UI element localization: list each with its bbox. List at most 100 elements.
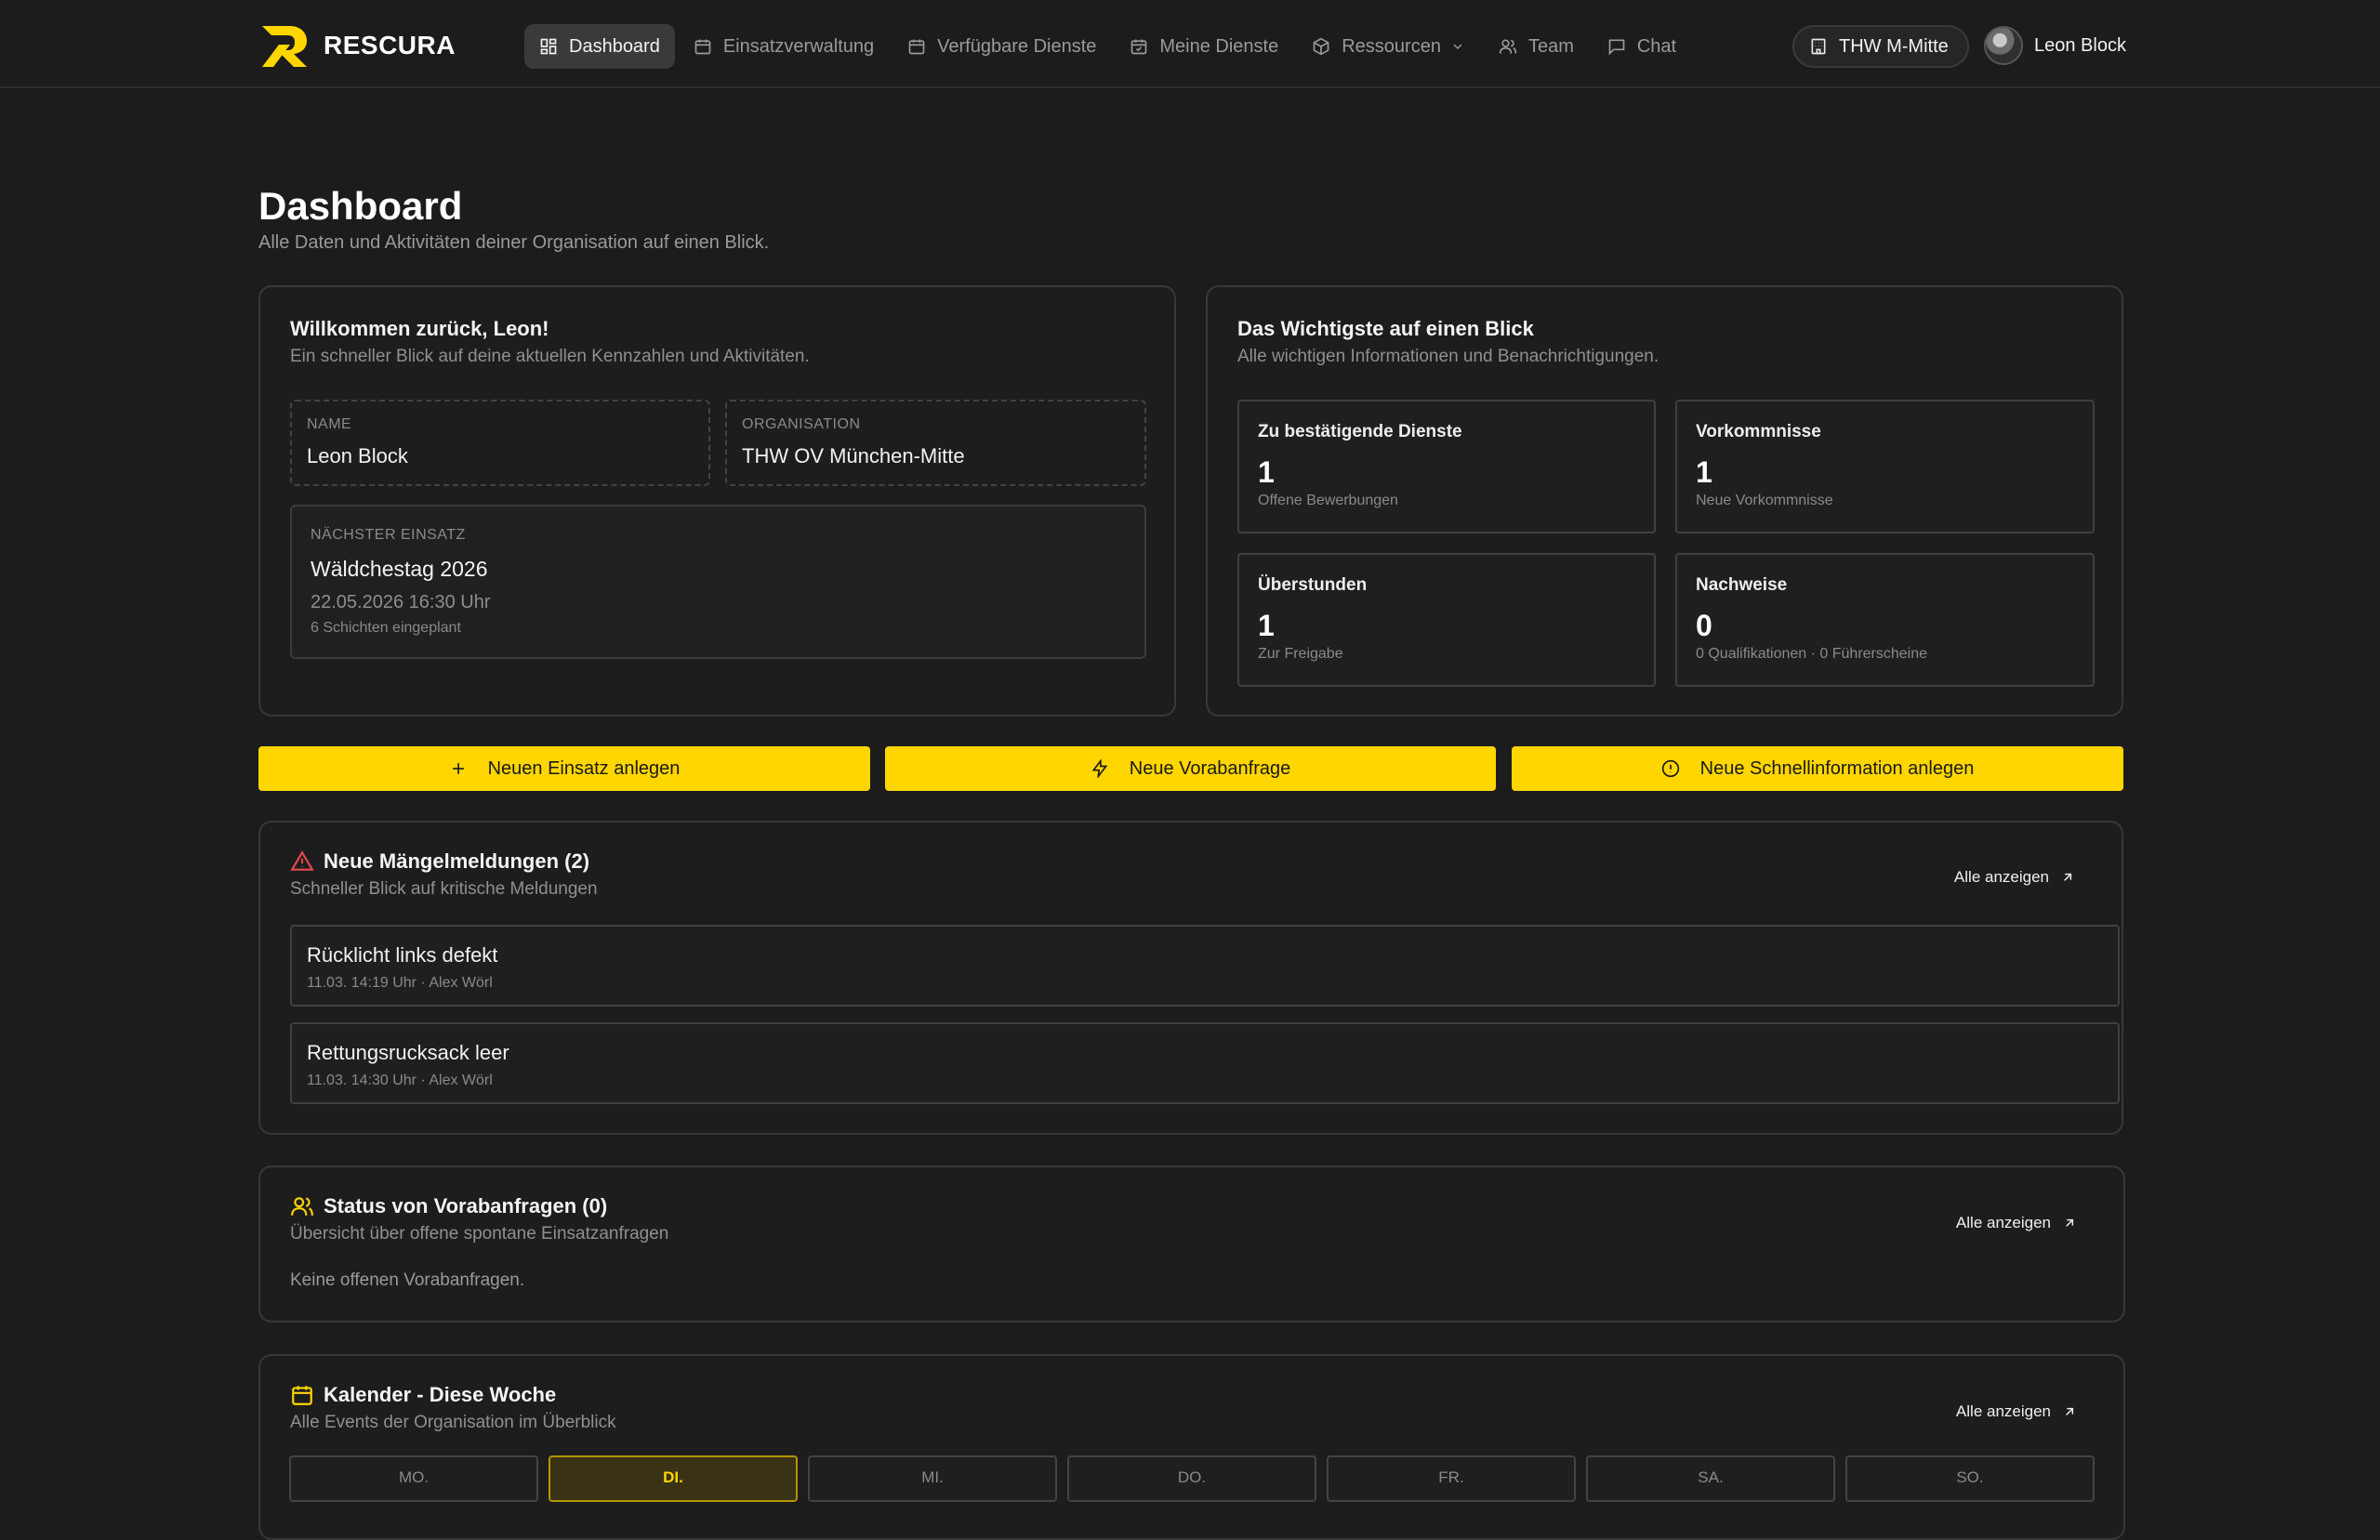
stat-overtime[interactable]: Überstunden 1 Zur Freigabe [1237, 553, 1656, 687]
pre-requests-title: Status von Vorabanfragen (0) [324, 1194, 608, 1218]
pre-requests-header: Status von Vorabanfragen (0) [290, 1194, 607, 1218]
calendar-section: Kalender - Diese Woche Alle Events der O… [258, 1354, 2125, 1540]
defect-reports-header: Neue Mängelmeldungen (2) [290, 849, 589, 874]
pre-requests-show-all-link[interactable]: Alle anzeigen [1956, 1214, 2077, 1232]
stat-title: Zu bestätigende Dienste [1258, 422, 1462, 441]
organization-value: THW OV München-Mitte [742, 444, 965, 467]
day-label: SA. [1698, 1468, 1724, 1486]
show-all-label: Alle anzeigen [1953, 868, 2049, 886]
overview-subtitle: Alle wichtigen Informationen und Benachr… [1237, 347, 1659, 366]
nav-item-ressourcen[interactable]: Ressourcen [1297, 24, 1480, 69]
name-value: Leon Block [307, 444, 408, 467]
app-name: RESCURA [324, 31, 456, 59]
calendar-day-monday[interactable]: MO. [289, 1455, 538, 1502]
calendar-day-saturday[interactable]: SA. [1586, 1455, 1835, 1502]
calendar-day-wednesday[interactable]: MI. [808, 1455, 1057, 1502]
day-label: FR. [1438, 1468, 1464, 1486]
calendar-subtitle: Alle Events der Organisation im Überblic… [290, 1413, 616, 1432]
page-subtitle: Alle Daten und Aktivitäten deiner Organi… [258, 232, 770, 253]
chat-icon [1608, 39, 1625, 56]
nav-item-team[interactable]: Team [1484, 24, 1589, 69]
nav-item-verfuegbare-dienste[interactable]: Verfügbare Dienste [892, 24, 1111, 69]
name-field: NAME Leon Block [290, 400, 710, 486]
calendar-icon [292, 1386, 312, 1405]
pre-requests-section: Status von Vorabanfragen (0) Übersicht ü… [258, 1165, 2125, 1323]
user-name: Leon Block [2034, 34, 2126, 56]
nav-item-label: Ressourcen [1342, 35, 1441, 57]
dashboard-icon [540, 38, 557, 55]
calendar-day-tuesday[interactable]: DI. [549, 1455, 798, 1502]
nav-item-meine-dienste[interactable]: Meine Dienste [1115, 24, 1293, 69]
new-request-label: Neue Vorabanfrage [1129, 757, 1291, 779]
main-nav: Dashboard Einsatzverwaltung Verfügbare D… [524, 24, 1695, 69]
next-mission-label: NÄCHSTER EINSATZ [311, 527, 466, 543]
organization-field: ORGANISATION THW OV München-Mitte [725, 400, 1146, 486]
stat-value: 1 [1258, 455, 1275, 489]
nav-item-label: Verfügbare Dienste [937, 35, 1097, 57]
stat-subtitle: Offene Bewerbungen [1258, 493, 1398, 508]
calendar-title: Kalender - Diese Woche [324, 1383, 557, 1406]
calendar-day-sunday[interactable]: SO. [1845, 1455, 2095, 1502]
stat-title: Vorkommnisse [1696, 422, 1821, 441]
calendar-day-friday[interactable]: FR. [1327, 1455, 1576, 1502]
pre-requests-subtitle: Übersicht über offene spontane Einsatzan… [290, 1224, 669, 1244]
nav-item-label: Chat [1636, 35, 1677, 57]
new-mission-label: Neuen Einsatz anlegen [487, 757, 681, 779]
user-menu[interactable]: Leon Block [1984, 26, 2126, 65]
new-mission-button[interactable]: Neuen Einsatz anlegen [258, 746, 870, 791]
stat-pending-shifts[interactable]: Zu bestätigende Dienste 1 Offene Bewerbu… [1237, 400, 1656, 533]
defect-report-title: Rücklicht links defekt [307, 943, 498, 967]
top-navigation-bar: RESCURA Dashboard Einsatzverwaltung Verf… [0, 0, 2380, 88]
organization-name: THW M-Mitte [1839, 35, 1949, 57]
app-logo[interactable]: RESCURA [258, 22, 456, 69]
nav-item-chat[interactable]: Chat [1593, 24, 1691, 69]
defect-reports-show-all-link[interactable]: Alle anzeigen [1954, 868, 2075, 887]
chevron-down-icon [1453, 44, 1462, 49]
defect-reports-title: Neue Mängelmeldungen (2) [324, 849, 590, 873]
calendar-icon [908, 39, 925, 55]
nav-item-label: Meine Dienste [1159, 35, 1279, 57]
day-label: SO. [1956, 1468, 1984, 1486]
calendar-show-all-link[interactable]: Alle anzeigen [1956, 1402, 2077, 1421]
lightning-icon [1091, 759, 1108, 778]
defect-report-title: Rettungsrucksack leer [307, 1041, 509, 1064]
avatar [1984, 26, 2023, 65]
warning-triangle-icon [290, 850, 314, 871]
rescura-logo-icon [262, 26, 307, 67]
overview-card: Das Wichtigste auf einen Blick Alle wich… [1206, 285, 2123, 717]
defect-reports-subtitle: Schneller Blick auf kritische Meldungen [290, 879, 598, 899]
nav-item-label: Team [1527, 35, 1574, 57]
next-mission-shifts: 6 Schichten eingeplant [311, 620, 461, 636]
show-all-label: Alle anzeigen [1955, 1214, 2051, 1231]
users-icon [291, 1197, 313, 1216]
welcome-title: Willkommen zurück, Leon! [290, 317, 549, 340]
building-icon [1811, 38, 1826, 55]
calendar-icon [694, 39, 711, 55]
next-mission-date: 22.05.2026 16:30 Uhr [311, 592, 491, 612]
stat-subtitle: Neue Vorkommnisse [1696, 493, 1833, 508]
stat-incidents[interactable]: Vorkommnisse 1 Neue Vorkommnisse [1675, 400, 2095, 533]
stat-title: Überstunden [1258, 575, 1368, 595]
package-icon [1313, 37, 1329, 56]
arrow-up-right-icon [2064, 873, 2072, 881]
next-mission-box[interactable]: NÄCHSTER EINSATZ Wäldchestag 2026 22.05.… [290, 505, 1146, 659]
defect-report-item[interactable]: Rücklicht links defekt 11.03. 14:19 Uhr … [290, 925, 2120, 1007]
welcome-subtitle: Ein schneller Blick auf deine aktuellen … [290, 347, 810, 366]
nav-item-label: Einsatzverwaltung [722, 35, 875, 57]
nav-item-dashboard[interactable]: Dashboard [524, 24, 675, 69]
stat-certificates[interactable]: Nachweise 0 0 Qualifikationen · 0 Führer… [1675, 553, 2095, 687]
new-request-button[interactable]: Neue Vorabanfrage [885, 746, 1496, 791]
new-quick-info-button[interactable]: Neue Schnellinformation anlegen [1512, 746, 2123, 791]
calendar-check-icon [1131, 39, 1147, 55]
defect-report-meta: 11.03. 14:19 Uhr · Alex Wörl [307, 975, 493, 991]
day-label: MO. [398, 1468, 430, 1486]
defect-reports-section: Neue Mängelmeldungen (2) Schneller Blick… [258, 821, 2123, 1135]
defect-report-item[interactable]: Rettungsrucksack leer 11.03. 14:30 Uhr ·… [290, 1022, 2120, 1104]
calendar-day-thursday[interactable]: DO. [1067, 1455, 1316, 1502]
stat-subtitle: Zur Freigabe [1258, 646, 1343, 662]
nav-item-einsatzverwaltung[interactable]: Einsatzverwaltung [679, 24, 889, 69]
stat-title: Nachweise [1696, 575, 1788, 595]
next-mission-title: Wäldchestag 2026 [311, 557, 488, 581]
organization-switcher[interactable]: THW M-Mitte [1792, 25, 1969, 68]
page-title: Dashboard [258, 184, 463, 228]
